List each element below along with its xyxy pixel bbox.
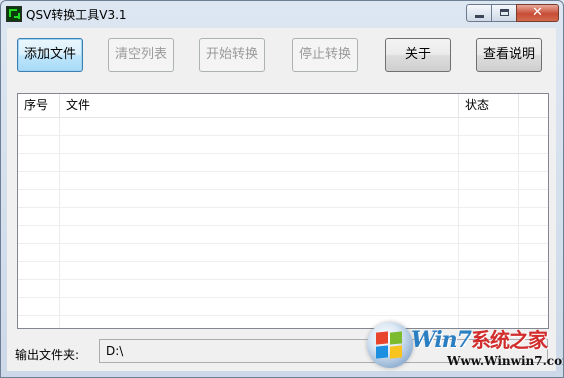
start-convert-button[interactable]: 开始转换 — [199, 38, 265, 72]
caption-buttons: ✕ — [466, 4, 559, 22]
file-list-body[interactable] — [18, 118, 548, 328]
add-file-button[interactable]: 添加文件 — [17, 38, 83, 72]
column-divider — [59, 118, 60, 328]
windows-logo-icon — [367, 322, 413, 368]
view-help-button[interactable]: 查看说明 — [476, 38, 542, 72]
app-window: QSV转换工具V3.1 ✕ 添加文件 清空列表 开始转换 停止转换 关于 查看说… — [0, 0, 564, 378]
file-list[interactable]: 序号 文件 状态 — [17, 93, 549, 329]
site-watermark: Win7系统之家 Www.Winwin7.com — [367, 318, 563, 376]
stop-convert-button[interactable]: 停止转换 — [292, 38, 358, 72]
watermark-url: Www.Winwin7.com — [447, 354, 564, 368]
windows-flag-yellow — [390, 345, 402, 359]
column-header-status[interactable]: 状态 — [459, 94, 519, 117]
column-divider — [458, 118, 459, 328]
column-header-file[interactable]: 文件 — [60, 94, 459, 117]
clear-list-button[interactable]: 清空列表 — [108, 38, 174, 72]
windows-flag-blue — [376, 345, 388, 359]
output-folder-label: 输出文件夹: — [15, 348, 80, 362]
windows-flag-red — [376, 331, 388, 345]
file-list-header: 序号 文件 状态 — [18, 94, 548, 118]
about-button[interactable]: 关于 — [385, 38, 451, 72]
maximize-button[interactable] — [491, 4, 517, 22]
window-title: QSV转换工具V3.1 — [26, 8, 127, 22]
column-header-index[interactable]: 序号 — [18, 94, 60, 117]
close-icon: ✕ — [532, 5, 543, 20]
minimize-button[interactable] — [466, 4, 492, 22]
minimize-icon — [475, 15, 484, 18]
column-divider — [518, 118, 519, 328]
maximize-icon — [500, 9, 509, 16]
app-icon — [6, 6, 22, 22]
title-bar[interactable]: QSV转换工具V3.1 ✕ — [1, 1, 563, 28]
close-button[interactable]: ✕ — [516, 4, 559, 22]
watermark-brand: Win7系统之家 — [411, 327, 548, 353]
windows-flag-green — [390, 331, 402, 345]
